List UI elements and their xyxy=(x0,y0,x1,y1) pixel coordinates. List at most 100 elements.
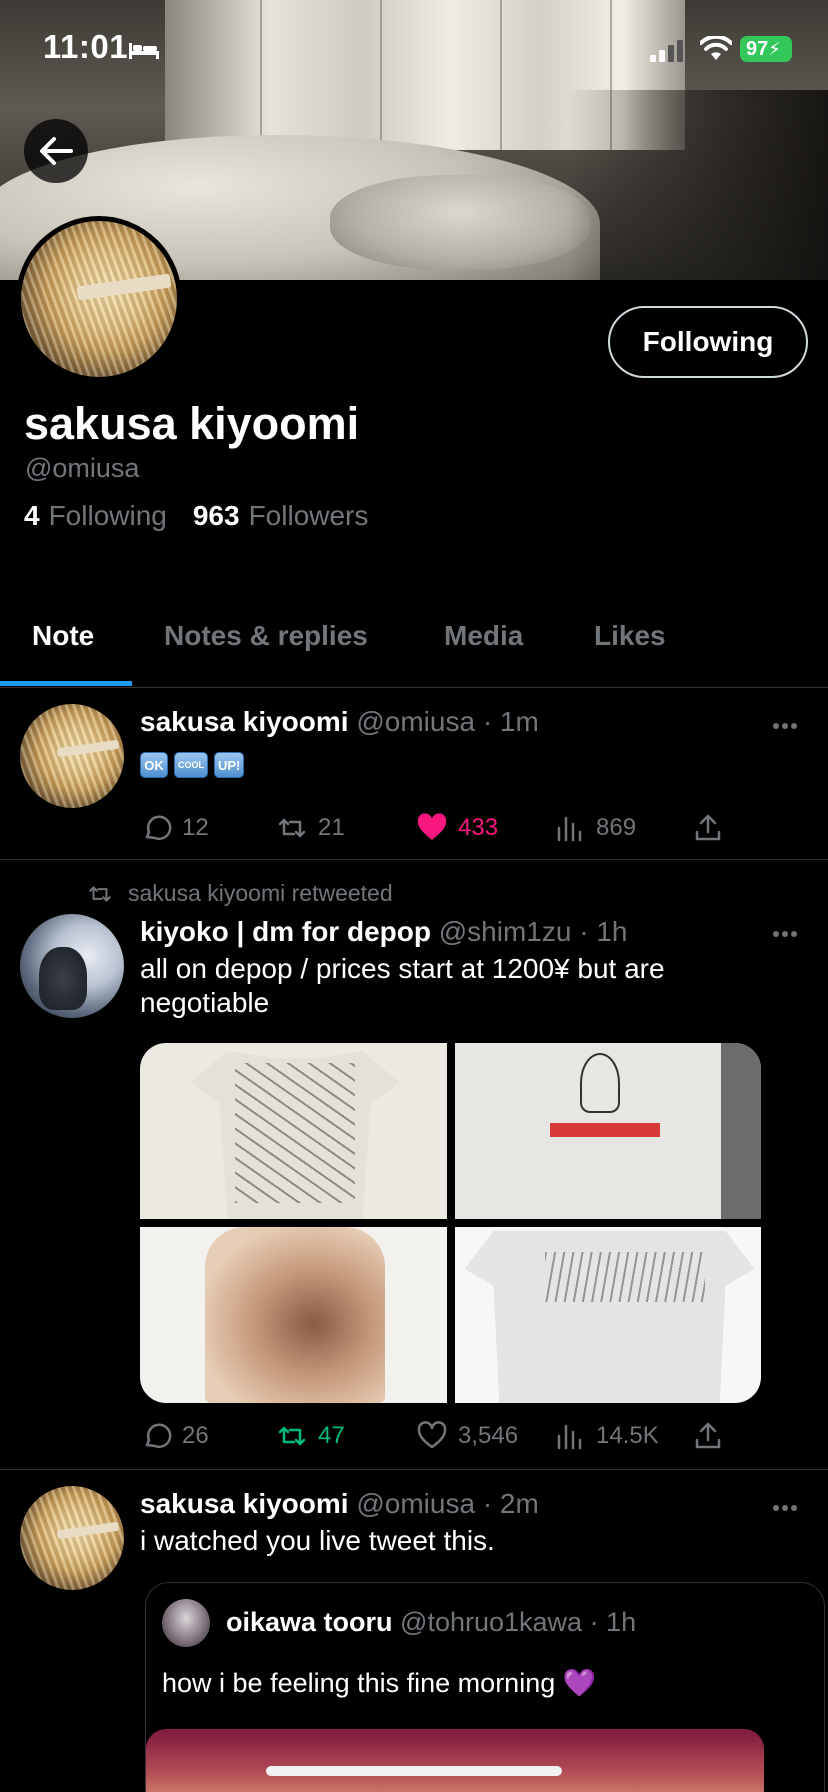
share-icon xyxy=(695,814,721,841)
up-badge-icon: UP! xyxy=(214,752,245,778)
reply-button[interactable]: 12 xyxy=(140,808,209,848)
ok-badge-icon: OK xyxy=(140,752,168,778)
quoted-tweet-avatar xyxy=(162,1599,210,1647)
quoted-tweet-text: how i be feeling this fine morning 💜 xyxy=(162,1668,597,1698)
tweet-actions: 26 47 3,546 14.5K xyxy=(140,1416,721,1456)
tweet-avatar[interactable] xyxy=(20,914,124,1018)
views-button[interactable]: 14.5K xyxy=(554,1416,659,1456)
tweet[interactable]: sakusa kiyoomi @omiusa · 1m 12 21 433 86… xyxy=(0,688,828,860)
profile-stats: 4 Following 963 Followers xyxy=(24,500,368,532)
retweet-icon xyxy=(278,1426,306,1446)
tweet-author-name[interactable]: sakusa kiyoomi xyxy=(140,706,349,737)
tweet-author-handle: @shim1zu xyxy=(438,916,572,947)
share-icon xyxy=(695,1422,721,1449)
profile-avatar[interactable] xyxy=(16,216,182,382)
share-button[interactable] xyxy=(692,808,724,848)
tweet-text: all on depop / prices start at 1200¥ but… xyxy=(140,953,665,1018)
retweet-button[interactable]: 21 xyxy=(276,808,345,848)
active-tab-indicator xyxy=(0,681,132,686)
media-photo-vive-le-rock-shirt[interactable] xyxy=(140,1043,447,1219)
following-count-link[interactable]: 4 Following xyxy=(24,500,167,532)
media-photo-radiohead-shirt[interactable] xyxy=(454,1043,761,1219)
retweet-button[interactable]: 47 xyxy=(276,1416,345,1456)
followers-text: Followers xyxy=(248,500,369,531)
banner-pillow xyxy=(330,175,590,270)
more-options-icon[interactable] xyxy=(772,930,798,938)
profile-name: sakusa kiyoomi xyxy=(24,398,360,449)
tweet-avatar[interactable] xyxy=(20,1486,124,1590)
followers-count-link[interactable]: 963 Followers xyxy=(193,500,369,532)
profile-tabs: Note Notes & replies Media Likes xyxy=(0,596,828,688)
back-button[interactable] xyxy=(24,119,88,183)
retweet-count: 21 xyxy=(318,814,345,841)
reply-icon xyxy=(145,815,172,841)
tweet-author-name[interactable]: kiyoko | dm for depop xyxy=(140,916,431,947)
tweet-header: sakusa kiyoomi @omiusa · 2m xyxy=(140,1488,539,1520)
tweet-time: · 1h xyxy=(579,916,628,947)
tweet-time: · 1m xyxy=(482,706,539,737)
quoted-tweet-time: · 1h xyxy=(589,1607,637,1637)
heart-icon xyxy=(417,1421,447,1449)
charging-icon: ⚡ xyxy=(768,39,781,59)
battery-level: 97 xyxy=(746,38,769,60)
media-photo-your-love-shirt[interactable] xyxy=(454,1227,761,1403)
reply-count: 12 xyxy=(182,814,209,841)
retweeted-by-text: sakusa kiyoomi retweeted xyxy=(128,880,393,906)
quoted-tweet[interactable]: oikawa tooru @tohruo1kawa · 1h how i be … xyxy=(145,1582,825,1792)
like-count: 433 xyxy=(458,814,499,841)
views-icon xyxy=(557,816,582,842)
reply-button[interactable]: 26 xyxy=(140,1416,209,1456)
status-time: 11:01 xyxy=(43,28,129,65)
retweet-count: 47 xyxy=(318,1422,345,1449)
tweet-avatar[interactable] xyxy=(20,704,124,808)
heart-filled-icon xyxy=(417,813,447,840)
like-button[interactable]: 433 xyxy=(416,808,498,848)
share-button[interactable] xyxy=(692,1416,724,1456)
following-count: 4 xyxy=(24,500,40,531)
quoted-author-handle: @tohruo1kawa xyxy=(400,1607,583,1637)
retweet-context: sakusa kiyoomi retweeted xyxy=(86,880,393,907)
views-icon xyxy=(557,1424,582,1450)
tweet-author-handle: @omiusa xyxy=(356,706,476,737)
quoted-tweet-header: oikawa tooru @tohruo1kawa · 1h xyxy=(226,1607,636,1638)
media-photo-painted-shirt[interactable] xyxy=(140,1227,447,1403)
view-count: 869 xyxy=(596,814,637,841)
status-bar: 11:01 97⚡ xyxy=(0,0,828,100)
tweet-text: i watched you live tweet this. xyxy=(140,1525,495,1556)
retweet-icon xyxy=(278,818,306,838)
tweet-author-handle: @omiusa xyxy=(356,1488,476,1519)
views-button[interactable]: 869 xyxy=(554,808,636,848)
following-text: Following xyxy=(48,500,167,531)
reply-count: 26 xyxy=(182,1422,209,1449)
tweet-time: · 2m xyxy=(482,1488,539,1519)
tweet-header: sakusa kiyoomi @omiusa · 1m xyxy=(140,706,539,738)
tweet-media-grid[interactable] xyxy=(140,1043,761,1403)
signal-icon xyxy=(650,40,683,62)
tweet-actions: 12 21 433 869 xyxy=(140,808,721,848)
quoted-author-name: oikawa tooru xyxy=(226,1607,393,1637)
like-count: 3,546 xyxy=(458,1422,519,1449)
tab-notes-and-replies[interactable]: Notes & replies xyxy=(164,596,368,688)
bed-icon xyxy=(129,43,159,59)
arrow-left-icon xyxy=(40,137,73,165)
quoted-tweet-image[interactable] xyxy=(146,1729,764,1792)
wifi-icon xyxy=(700,36,732,60)
more-options-icon[interactable] xyxy=(772,1504,798,1512)
retweet-small-icon xyxy=(89,885,111,902)
tab-media[interactable]: Media xyxy=(444,596,523,688)
cool-badge-icon: COOL xyxy=(174,752,208,778)
profile-handle: @omiusa xyxy=(25,453,140,483)
followers-count: 963 xyxy=(192,500,240,531)
banner-shade xyxy=(568,90,828,280)
home-indicator[interactable] xyxy=(266,1766,562,1776)
emoji-badges: OK COOL UP! xyxy=(140,752,245,778)
tab-likes[interactable]: Likes xyxy=(594,596,666,688)
like-button[interactable]: 3,546 xyxy=(416,1416,518,1456)
more-options-icon[interactable] xyxy=(772,722,798,730)
battery-indicator: 97⚡ xyxy=(740,36,792,62)
reply-icon xyxy=(145,1423,172,1449)
tweet-author-name[interactable]: sakusa kiyoomi xyxy=(140,1488,349,1519)
tab-note[interactable]: Note xyxy=(32,596,94,688)
following-button[interactable]: Following xyxy=(608,306,808,378)
view-count: 14.5K xyxy=(596,1422,659,1449)
